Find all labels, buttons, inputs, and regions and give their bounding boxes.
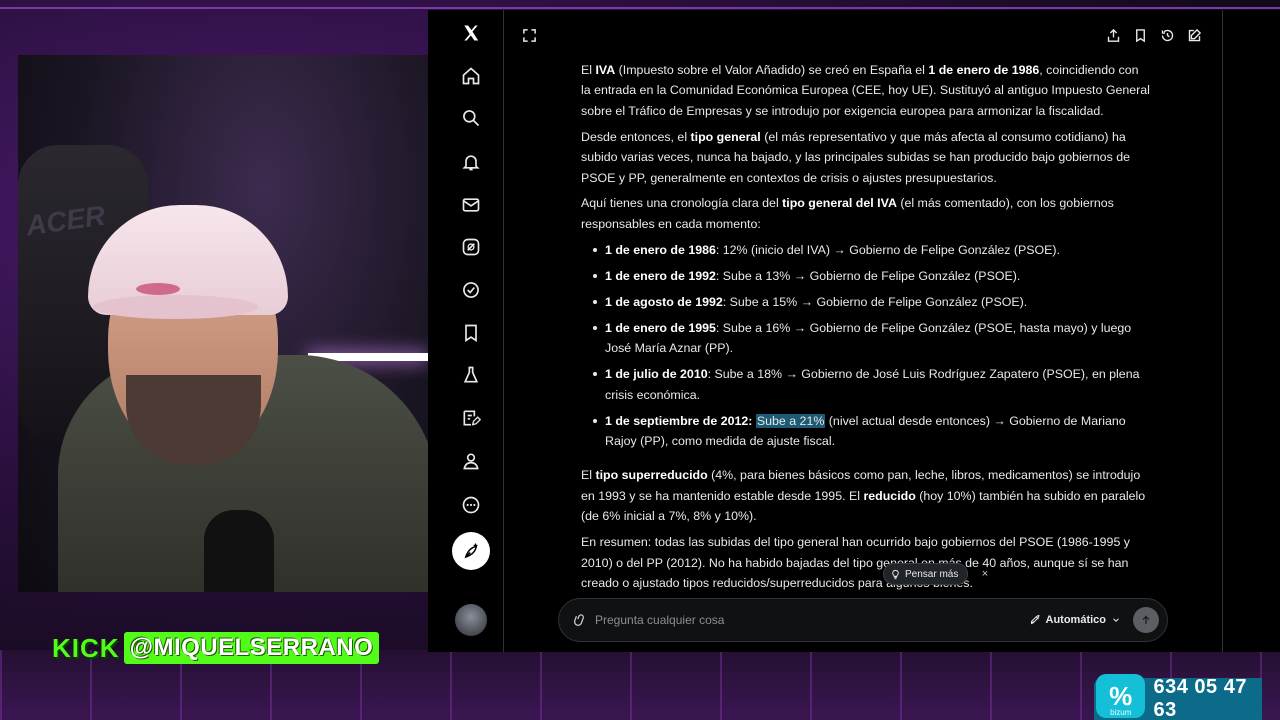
timeline-text: : 12% (inicio del IVA) → Gobierno de Fel… bbox=[715, 242, 1060, 257]
x-logo-icon[interactable] bbox=[456, 18, 486, 48]
response-paragraph: El tipo superreducido (4%, para bienes b… bbox=[581, 465, 1151, 526]
text-span: Desde entonces, el bbox=[581, 129, 691, 144]
list-item: 1 de agosto de 1992: Sube a 15% → Gobier… bbox=[581, 292, 1151, 312]
text-span: Aquí tienes una cronología clara del bbox=[581, 196, 783, 211]
send-button[interactable] bbox=[1133, 607, 1159, 633]
text-span: El bbox=[581, 468, 596, 483]
mail-icon[interactable] bbox=[456, 190, 486, 220]
think-more-label: Pensar más bbox=[905, 568, 959, 580]
response-paragraph: Desde entonces, el tipo general (el más … bbox=[581, 127, 1151, 188]
microphone bbox=[204, 510, 274, 592]
grok-response: El IVA (Impuesto sobre el Valor Añadido)… bbox=[581, 60, 1151, 599]
cap-logo bbox=[136, 283, 180, 295]
more-icon[interactable] bbox=[456, 490, 486, 520]
cap-brim bbox=[93, 295, 258, 319]
close-icon[interactable]: × bbox=[978, 567, 992, 581]
stream-overlay: ACER KICK @MIQUELSERRANO % bizum 634 05 … bbox=[0, 0, 1280, 720]
prompt-input[interactable] bbox=[595, 613, 1029, 627]
mode-selector[interactable]: Automático bbox=[1029, 614, 1122, 626]
timeline-date: 1 de enero de 1986 bbox=[605, 242, 716, 257]
search-icon[interactable] bbox=[456, 103, 486, 133]
text-span: El bbox=[581, 63, 596, 77]
bold-text: tipo general bbox=[690, 129, 761, 144]
new-chat-icon[interactable] bbox=[1187, 28, 1202, 43]
think-more-chip[interactable]: Pensar más bbox=[883, 563, 969, 585]
rocket-icon bbox=[1030, 614, 1040, 625]
verified-icon[interactable] bbox=[456, 275, 486, 305]
timeline-text: : Sube a 13% → Gobierno de Felipe Gonzál… bbox=[715, 268, 1021, 283]
sidebar-nav bbox=[428, 10, 504, 652]
timeline-date: 1 de agosto de 1992 bbox=[605, 294, 723, 309]
response-paragraph: Aquí tienes una cronología clara del tip… bbox=[581, 193, 1151, 234]
bell-icon[interactable] bbox=[456, 147, 486, 177]
list-item: 1 de septiembre de 2012: Sube a 21% (niv… bbox=[581, 411, 1151, 452]
person-icon[interactable] bbox=[456, 446, 486, 476]
bookmark-icon[interactable] bbox=[456, 318, 486, 348]
feather-plus-icon bbox=[464, 543, 478, 559]
timeline-text: : Sube a 15% → Gobierno de Felipe Gonzál… bbox=[722, 294, 1028, 309]
edit-list-icon[interactable] bbox=[456, 403, 486, 433]
list-item: 1 de enero de 1992: Sube a 13% → Gobiern… bbox=[581, 266, 1151, 286]
streamer-handle: @MIQUELSERRANO bbox=[123, 632, 380, 664]
share-icon[interactable] bbox=[1106, 28, 1121, 43]
arrow-up-icon bbox=[1142, 615, 1150, 624]
list-item: 1 de enero de 1995: Sube a 16% → Gobiern… bbox=[581, 318, 1151, 359]
conversation-toolbar bbox=[1106, 28, 1202, 43]
bold-text: reducido bbox=[863, 488, 916, 503]
webcam-feed: ACER bbox=[18, 55, 428, 592]
bold-text: tipo general del IVA bbox=[782, 196, 897, 211]
expand-icon[interactable] bbox=[522, 28, 537, 43]
bold-text: 1 de enero de 1986 bbox=[928, 63, 1040, 77]
grok-window: El IVA (Impuesto sobre el Valor Añadido)… bbox=[428, 10, 1280, 652]
attach-icon[interactable] bbox=[573, 613, 587, 627]
response-paragraph: En resumen: todas las subidas del tipo g… bbox=[581, 532, 1151, 593]
bizum-brand-text: bizum bbox=[1110, 708, 1132, 717]
panel-divider bbox=[1222, 10, 1223, 652]
list-item: 1 de enero de 1986: 12% (inicio del IVA)… bbox=[581, 240, 1151, 260]
mode-label: Automático bbox=[1045, 614, 1107, 626]
bold-text: IVA bbox=[595, 63, 616, 77]
response-paragraph: El IVA (Impuesto sobre el Valor Añadido)… bbox=[581, 60, 1151, 121]
history-icon[interactable] bbox=[1160, 28, 1175, 43]
bookmark-icon[interactable] bbox=[1133, 28, 1148, 43]
selected-text-highlight[interactable]: Sube a 21% bbox=[755, 413, 826, 428]
timeline-date: 1 de enero de 1995 bbox=[605, 320, 716, 335]
chevron-down-icon bbox=[1113, 618, 1119, 622]
home-icon[interactable] bbox=[456, 61, 486, 91]
kick-logo-text: KICK bbox=[52, 632, 120, 663]
timeline-date: 1 de julio de 2010 bbox=[605, 367, 708, 382]
timeline-date: 1 de enero de 1992 bbox=[605, 268, 716, 283]
text-span: (Impuesto sobre el Valor Añadido) se cre… bbox=[615, 63, 929, 77]
grok-main-panel: El IVA (Impuesto sobre el Valor Añadido)… bbox=[504, 10, 1222, 652]
text-span: En resumen: todas las subidas del tipo g… bbox=[581, 535, 1130, 590]
timeline-date: 1 de septiembre de 2012 bbox=[605, 413, 749, 428]
prompt-composer: Automático bbox=[558, 598, 1168, 642]
timeline-separator: : bbox=[748, 413, 756, 428]
list-item: 1 de julio de 2010: Sube a 18% → Gobiern… bbox=[581, 364, 1151, 405]
bold-text: tipo superreducido bbox=[595, 468, 708, 483]
kick-handle-banner: KICK @MIQUELSERRANO bbox=[52, 632, 380, 664]
bizum-logo-icon: % bizum bbox=[1096, 674, 1146, 718]
overlay-top-line bbox=[0, 7, 1280, 9]
flask-icon[interactable] bbox=[456, 360, 486, 390]
bizum-phone-number: 634 05 47 63 bbox=[1153, 676, 1247, 720]
grok-icon[interactable] bbox=[456, 232, 486, 262]
lightbulb-icon bbox=[892, 569, 899, 579]
vat-timeline-list: 1 de enero de 1986: 12% (inicio del IVA)… bbox=[581, 240, 1151, 452]
bizum-percent-glyph: % bbox=[1109, 680, 1133, 711]
compose-post-button[interactable] bbox=[452, 532, 490, 570]
bizum-donation-box: % bizum 634 05 47 63 bbox=[1094, 674, 1262, 720]
avatar[interactable] bbox=[455, 604, 487, 636]
